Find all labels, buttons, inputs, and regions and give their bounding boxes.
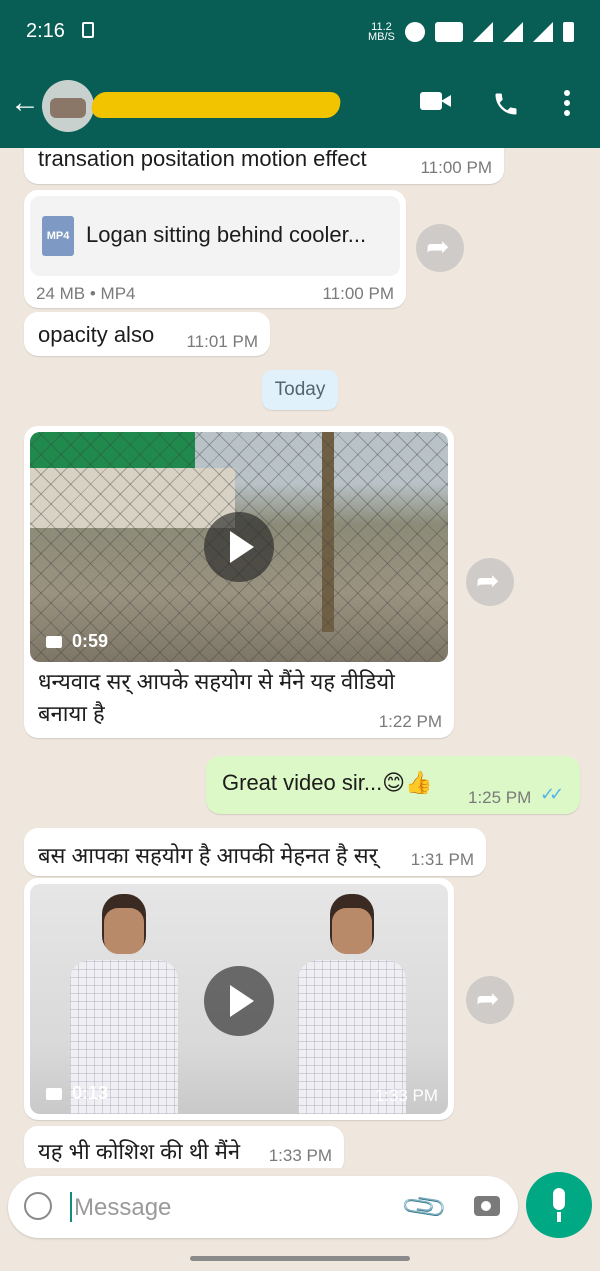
nav-gesture-bar[interactable] [190,1256,410,1261]
text-cursor [70,1192,72,1222]
message-incoming[interactable]: transation positation motion effect 11:0… [24,148,504,184]
message-time: 1:22 PM [378,712,442,731]
download-icon [82,22,94,38]
emoji-icon[interactable] [24,1192,52,1220]
back-arrow-icon[interactable]: ← [10,88,40,118]
message-text: transation positation motion effect [38,148,367,171]
day-divider: Today [262,370,338,410]
contact-name-redacted[interactable] [89,92,343,118]
message-incoming[interactable]: बस आपका सहयोग है आपकी मेहनत है सर् 1:31 … [24,828,486,876]
play-button-icon[interactable] [204,512,274,582]
message-file[interactable]: MP4 Logan sitting behind cooler... 24 MB… [24,190,406,308]
person-right [298,894,406,1114]
video-call-icon[interactable] [420,90,452,112]
file-meta: 24 MB • MP4 [36,284,136,303]
message-incoming[interactable]: opacity also 11:01 PM [24,312,270,356]
message-time: 11:00 PM [420,158,492,177]
network-speed: 11.2 MB/S [368,22,395,43]
signal-icon [503,22,523,42]
message-text: यह भी कोशिश की थी मैंने [38,1139,241,1164]
status-icons [405,20,574,44]
message-incoming[interactable]: यह भी कोशिश की थी मैंने 1:33 PM [24,1126,344,1168]
message-time: 1:25 PM [468,788,532,807]
forward-icon[interactable] [416,224,464,272]
wifi-icon [473,22,493,42]
video-duration: 0:13 [46,1083,108,1104]
message-video[interactable]: 0:59 धन्यवाद सर् आपके सहयोग से मैंने यह … [24,426,454,738]
message-video[interactable]: 0:13 1:33 PM [24,878,454,1120]
video-thumbnail[interactable]: 0:13 1:33 PM [30,884,448,1114]
file-card[interactable]: MP4 Logan sitting behind cooler... [30,196,400,276]
video-thumbnail[interactable]: 0:59 [30,432,448,662]
person-left [70,894,178,1114]
mic-button[interactable] [526,1172,592,1238]
status-bar: 2:16 11.2 MB/S [0,0,600,64]
message-time: 1:33 PM [374,1086,438,1105]
attach-icon[interactable]: 📎 [399,1182,450,1233]
message-input-bar[interactable]: Message 📎 [8,1176,518,1238]
message-outgoing[interactable]: Great video sir...😊👍 1:25 PM ✓✓ [206,756,580,814]
status-time: 2:16 [26,20,65,42]
camera-icon[interactable] [474,1196,500,1216]
chat-header: ← [0,64,600,148]
forward-icon[interactable] [466,558,514,606]
play-button-icon[interactable] [204,966,274,1036]
mp4-file-icon: MP4 [42,216,74,256]
alarm-icon [405,22,425,42]
message-time: 11:00 PM [322,284,394,303]
message-text: opacity also [38,322,155,347]
message-text: Great video sir...😊👍 [222,770,433,795]
video-duration: 0:59 [46,631,108,652]
more-options-icon[interactable] [564,90,570,118]
chat-area[interactable]: transation positation motion effect 11:0… [0,148,600,1168]
message-time: 1:31 PM [410,850,474,869]
message-time: 11:01 PM [186,332,258,351]
read-receipt-icon: ✓✓ [540,784,564,804]
message-time: 1:33 PM [268,1146,332,1165]
voice-call-icon[interactable] [492,90,520,118]
signal-icon-2 [533,22,553,42]
message-text: बस आपका सहयोग है आपकी मेहनत है सर् [38,843,378,868]
vowifi-icon [435,22,463,42]
forward-icon[interactable] [466,976,514,1024]
contact-avatar[interactable] [42,80,94,132]
battery-icon [563,22,574,42]
network-speed-unit: MB/S [368,31,395,43]
file-name: Logan sitting behind cooler... [86,222,367,247]
message-input[interactable]: Message [74,1194,171,1222]
